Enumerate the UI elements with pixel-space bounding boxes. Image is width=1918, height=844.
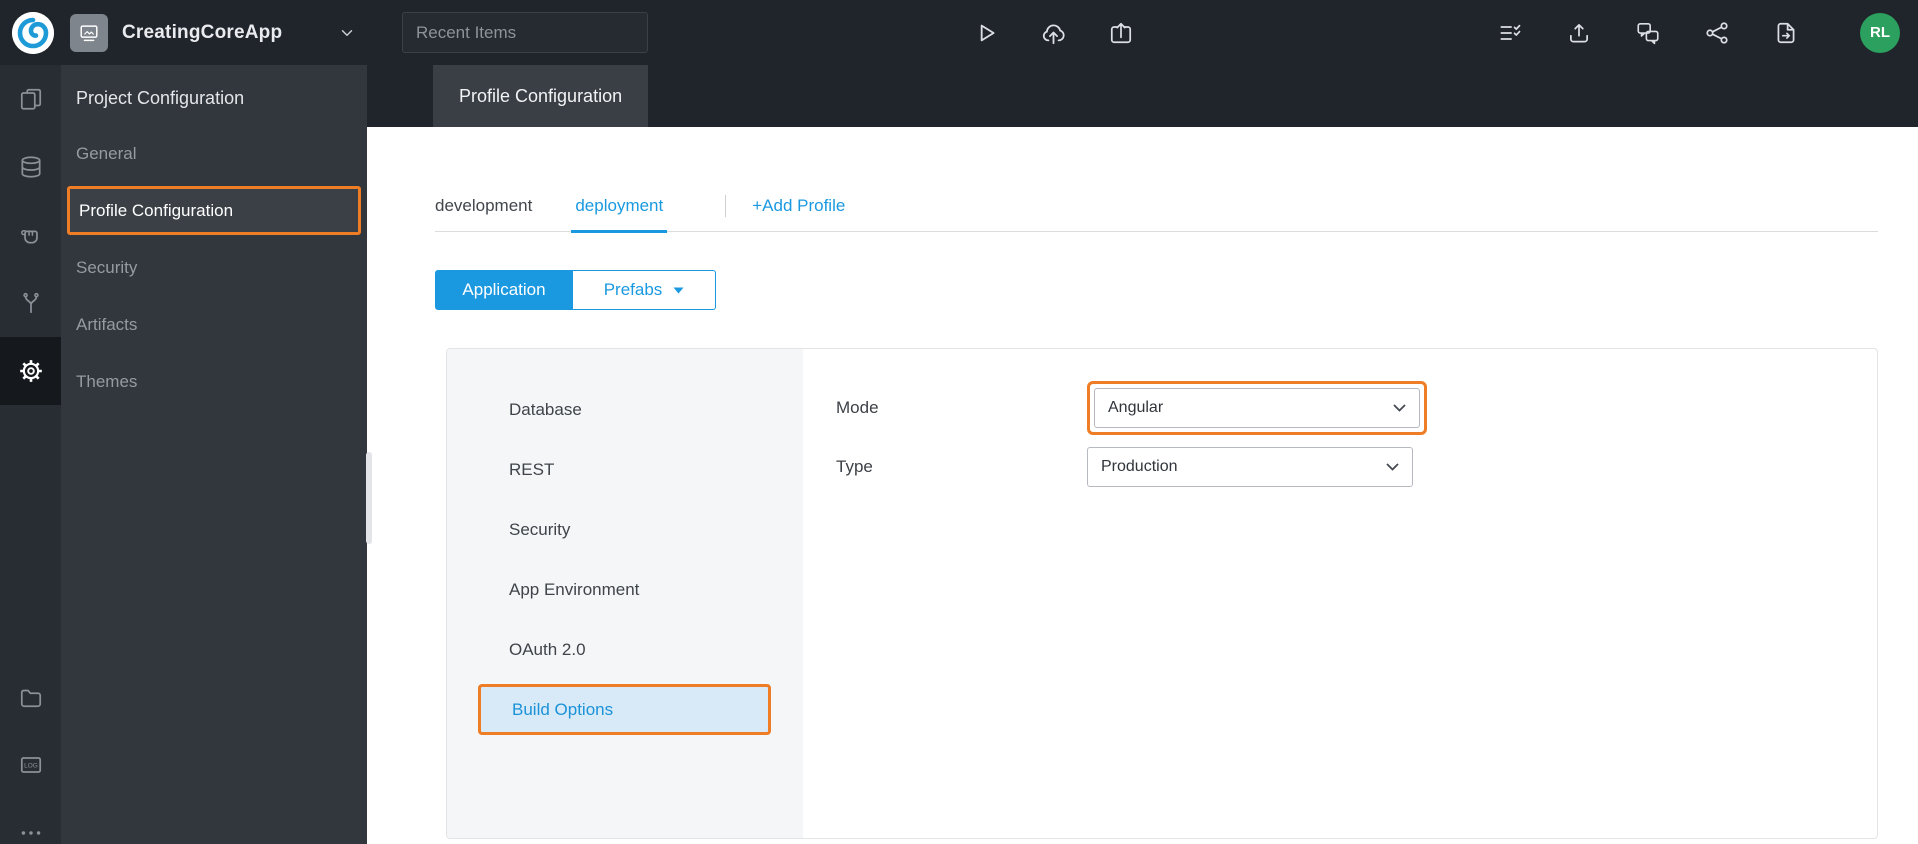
- sidebar-item-general[interactable]: General: [61, 125, 367, 182]
- export-preview-button[interactable]: [1108, 20, 1134, 46]
- rail-item-apis[interactable]: [0, 269, 61, 337]
- recent-items-input[interactable]: [402, 12, 648, 53]
- caret-down-icon: [673, 287, 684, 293]
- folder-icon: [20, 689, 41, 708]
- profile-configuration-content: development deployment +Add Profile Appl…: [367, 127, 1918, 844]
- type-select-value: Production: [1101, 458, 1178, 475]
- mode-select[interactable]: Angular: [1094, 388, 1420, 428]
- rail-item-files[interactable]: [0, 663, 61, 731]
- markup-preview-button[interactable]: [1497, 20, 1523, 46]
- log-icon: LOG: [20, 757, 41, 773]
- fist-icon: [20, 230, 38, 244]
- mode-row: Mode Angular: [836, 381, 1877, 435]
- checklist-icon: [1500, 24, 1521, 40]
- build-options-form: Mode Angular Type Production: [803, 349, 1877, 838]
- nav-item-database[interactable]: Database: [447, 380, 803, 440]
- type-label: Type: [836, 457, 873, 476]
- chevron-down-icon: [342, 29, 353, 36]
- sidebar-item-profile-configuration[interactable]: Profile Configuration: [67, 186, 361, 235]
- build-settings-panel: Database REST Security App Environment O…: [446, 348, 1878, 839]
- project-menu-button[interactable]: [338, 24, 356, 42]
- nav-item-app-environment[interactable]: App Environment: [447, 560, 803, 620]
- application-toggle-button[interactable]: Application: [435, 270, 573, 310]
- scope-toggle: Application Prefabs: [435, 270, 1878, 310]
- deploy-button[interactable]: [1040, 19, 1067, 46]
- localization-button[interactable]: [1635, 20, 1661, 46]
- chevron-down-icon: [1386, 463, 1399, 471]
- cloud-upload-icon: [1042, 24, 1065, 45]
- screen-icon: [80, 24, 98, 41]
- settings-sidebar: Project Configuration General Profile Co…: [61, 65, 367, 844]
- translate-chat-icon: [1637, 22, 1659, 44]
- rail-item-settings[interactable]: [0, 337, 61, 405]
- topbar: CreatingCoreApp Recent Items RL: [0, 0, 1918, 65]
- share-network-icon: [1706, 21, 1728, 44]
- document-tabstrip: Profile Configuration: [367, 65, 1918, 127]
- nav-item-security[interactable]: Security: [447, 500, 803, 560]
- gear-icon: [19, 360, 42, 382]
- sidebar-header: Project Configuration: [76, 88, 245, 108]
- run-button[interactable]: [973, 20, 999, 46]
- project-thumbnail-icon[interactable]: [70, 13, 108, 52]
- feedback-button[interactable]: [1773, 20, 1799, 46]
- app-body: LOG Project Configuration General Profil…: [0, 65, 1918, 844]
- window-export-icon: [1110, 22, 1132, 43]
- studio-logo-icon: [12, 11, 54, 54]
- svg-text:LOG: LOG: [24, 762, 38, 769]
- branch-icon: [22, 292, 39, 314]
- utility-actions: [1497, 20, 1799, 46]
- sidebar-item-themes[interactable]: Themes: [61, 353, 367, 410]
- type-row: Type Production: [836, 447, 1877, 487]
- file-export-icon: [1777, 22, 1795, 43]
- play-icon: [980, 24, 995, 41]
- project-name: CreatingCoreApp: [122, 21, 283, 43]
- ellipsis-icon: [21, 831, 40, 835]
- rail-item-more[interactable]: [0, 799, 61, 844]
- icon-rail: LOG: [0, 65, 61, 844]
- tab-divider: [725, 194, 727, 217]
- nav-item-rest[interactable]: REST: [447, 440, 803, 500]
- profile-tab-deployment[interactable]: deployment: [571, 180, 668, 233]
- prefabs-label: Prefabs: [603, 280, 663, 299]
- sidebar-item-security[interactable]: Security: [61, 239, 367, 296]
- pages-icon: [20, 88, 41, 110]
- rail-item-pages[interactable]: [0, 65, 61, 133]
- share-button[interactable]: [1704, 20, 1730, 46]
- profile-tab-development[interactable]: development: [435, 180, 532, 232]
- mode-select-highlight: Angular: [1087, 381, 1427, 435]
- chevron-down-icon: [1393, 404, 1406, 412]
- tray-upload-icon: [1570, 23, 1588, 43]
- sidebar-item-artifacts[interactable]: Artifacts: [61, 296, 367, 353]
- profile-tabs: development deployment +Add Profile: [435, 180, 1878, 233]
- rail-item-logs[interactable]: LOG: [0, 731, 61, 799]
- type-select[interactable]: Production: [1087, 447, 1413, 487]
- rail-item-resources[interactable]: [0, 201, 61, 269]
- add-profile-button[interactable]: +Add Profile: [752, 196, 845, 216]
- rail-item-database[interactable]: [0, 133, 61, 201]
- nav-item-oauth[interactable]: OAuth 2.0: [447, 620, 803, 680]
- nav-item-build-options[interactable]: Build Options: [478, 684, 771, 735]
- prefabs-toggle-button[interactable]: Prefabs: [573, 270, 716, 310]
- mode-label: Mode: [836, 398, 879, 417]
- sidebar-scrollbar-thumb[interactable]: [366, 452, 372, 544]
- database-icon: [20, 156, 41, 178]
- mode-select-value: Angular: [1108, 399, 1164, 416]
- main-area: Profile Configuration development deploy…: [367, 65, 1918, 844]
- brand: CreatingCoreApp: [0, 11, 356, 54]
- topbar-right: RL: [1497, 0, 1900, 65]
- user-avatar[interactable]: RL: [1860, 12, 1900, 53]
- rail-bottom: LOG: [0, 663, 61, 844]
- tab-profile-configuration[interactable]: Profile Configuration: [433, 65, 649, 127]
- import-export-button[interactable]: [1566, 20, 1592, 46]
- settings-category-nav: Database REST Security App Environment O…: [447, 349, 803, 838]
- studio-logo[interactable]: [12, 11, 54, 54]
- run-actions: [973, 0, 1134, 65]
